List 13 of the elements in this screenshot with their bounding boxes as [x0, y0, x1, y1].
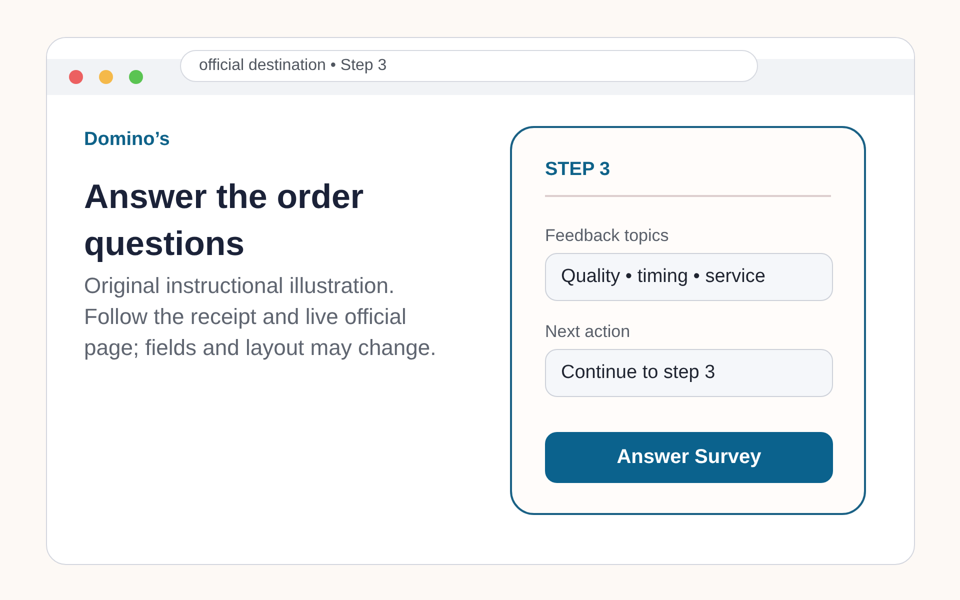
- intro-paragraph: Original instructional illustration. Follow the receipt and live official page; fields and layout may change.: [84, 272, 438, 362]
- answer-survey-button[interactable]: Answer Survey: [545, 432, 833, 483]
- address-bar[interactable]: official destination • Step 3: [180, 50, 758, 82]
- field-label: Next action: [545, 321, 632, 343]
- input-field[interactable]: Continue to step 3: [545, 349, 833, 397]
- window-close-icon[interactable]: [69, 70, 83, 84]
- step-title: STEP 3: [545, 158, 612, 182]
- window-minimize-icon[interactable]: [99, 70, 113, 84]
- brand-name: Domino’s: [84, 128, 171, 152]
- input-field[interactable]: Quality • timing • service: [545, 253, 833, 301]
- field-label: Feedback topics: [545, 225, 670, 247]
- window-zoom-icon[interactable]: [129, 70, 143, 84]
- page-heading: Answer the order questions: [84, 177, 365, 265]
